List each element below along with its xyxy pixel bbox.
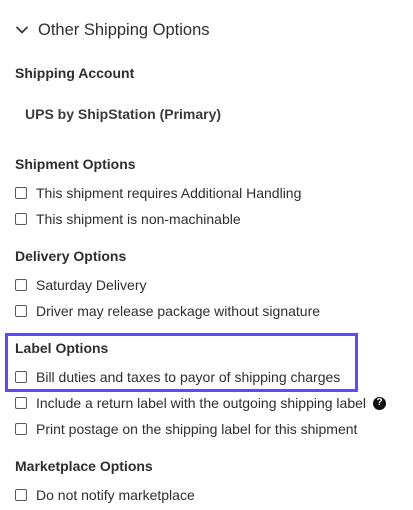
release-without-signature-option[interactable]: Driver may release package without signa… [15,302,320,320]
saturday-delivery-checkbox[interactable] [15,279,27,291]
option-label: Print postage on the shipping label for … [36,421,358,437]
option-label: Include a return label with the outgoing… [36,395,367,411]
option-label: This shipment is non-machinable [36,211,241,227]
shipping-account-select[interactable]: UPS by ShipStation (Primary) [25,106,221,122]
release-without-signature-checkbox[interactable] [15,305,27,317]
label-options-label: Label Options [15,340,109,356]
option-label: Do not notify marketplace [36,487,195,503]
chevron-down-icon [14,22,30,38]
marketplace-options-label: Marketplace Options [15,458,153,474]
additional-handling-checkbox[interactable] [15,187,27,199]
question-circle-icon[interactable]: ? [373,396,387,410]
non-machinable-checkbox[interactable] [15,213,27,225]
additional-handling-option[interactable]: This shipment requires Additional Handli… [15,184,301,202]
other-shipping-options-toggle[interactable]: Other Shipping Options [14,18,210,42]
do-not-notify-marketplace-option[interactable]: Do not notify marketplace [15,486,195,504]
section-title: Other Shipping Options [38,20,210,39]
return-label-option[interactable]: Include a return label with the outgoing… [15,394,387,412]
option-label: This shipment requires Additional Handli… [36,185,302,201]
print-postage-checkbox[interactable] [15,423,27,435]
other-shipping-options-panel: Other Shipping Options Shipping Account … [0,0,413,510]
option-label: Driver may release package without signa… [36,303,321,319]
return-label-checkbox[interactable] [15,397,27,409]
shipment-options-label: Shipment Options [15,156,136,172]
option-label: Bill duties and taxes to payor of shippi… [36,369,341,385]
delivery-options-label: Delivery Options [15,248,127,264]
saturday-delivery-option[interactable]: Saturday Delivery [15,276,147,294]
bill-duties-checkbox[interactable] [15,371,27,383]
print-postage-option[interactable]: Print postage on the shipping label for … [15,420,357,438]
shipping-account-label: Shipping Account [15,65,135,81]
option-label: Saturday Delivery [36,277,147,293]
do-not-notify-marketplace-checkbox[interactable] [15,489,27,501]
non-machinable-option[interactable]: This shipment is non-machinable [15,210,241,228]
bill-duties-option[interactable]: Bill duties and taxes to payor of shippi… [15,368,340,386]
